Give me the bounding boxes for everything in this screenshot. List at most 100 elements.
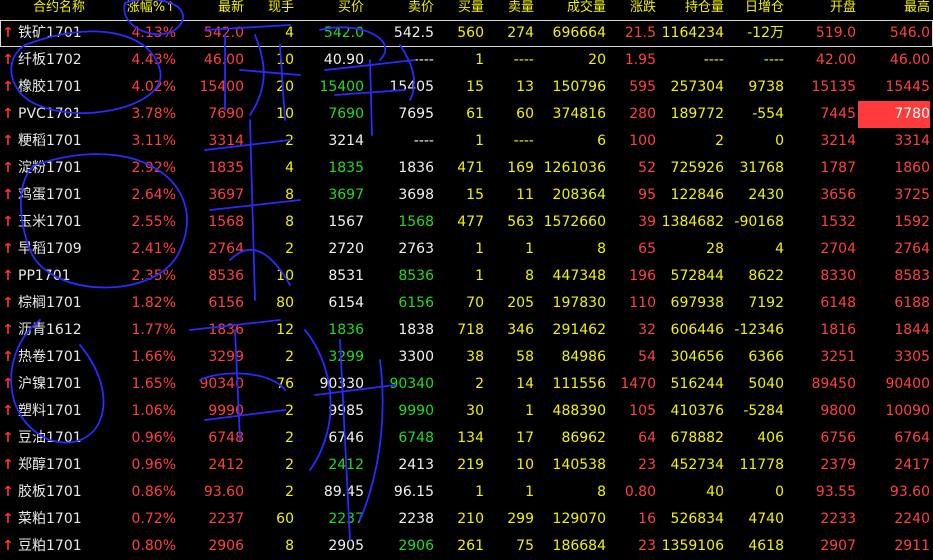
column-header-name[interactable]: 合约名称 <box>0 0 118 18</box>
open-cell: 42.00 <box>815 52 856 68</box>
oi-cell: 2 <box>715 133 724 149</box>
column-header-bidvol[interactable]: 买量 <box>438 0 484 18</box>
volume-cell: 140538 <box>552 457 606 473</box>
oi-cell: 28 <box>706 241 724 257</box>
bidvol-cell: 1 <box>475 241 484 257</box>
quote-row[interactable]: ↑ 豆油1701 0.96% 6748 2 6746 6748 134 17 86962 64 678… <box>0 425 933 452</box>
quote-row[interactable]: ↑ 早稻1709 2.41% 2764 2 2720 2763 1 1 8 65 28 4 2704 276… <box>0 236 933 263</box>
quote-row[interactable]: ↑ 淀粉1701 2.92% 1835 4 1835 1836 471 169 1261036 52… <box>0 155 933 182</box>
quote-row[interactable]: ↑ 菜粕1701 0.72% 2237 60 2237 2238 210 299 129070 16… <box>0 506 933 533</box>
oichg-cell: 2430 <box>748 187 784 203</box>
bidvol-cell: 471 <box>457 160 484 176</box>
quote-row[interactable]: ↑ 热卷1701 1.66% 3299 2 3299 3300 38 58 84986 54 3046… <box>0 344 933 371</box>
change-cell: 64 <box>638 430 656 446</box>
pct-cell: 0.72% <box>131 511 176 527</box>
quote-row[interactable]: ↑ 玉米1701 2.55% 1568 8 1567 1568 477 563 1572660 39… <box>0 209 933 236</box>
quote-row[interactable]: ↑ 塑料1701 1.06% 9990 2 9985 9990 30 1 488390 105 410… <box>0 398 933 425</box>
column-header-bid[interactable]: 买价 <box>298 0 364 18</box>
quote-row[interactable]: ↑ 橡胶1701 4.02% 15400 20 15400 15405 15 13 150796 5… <box>0 74 933 101</box>
askvol-cell: 13 <box>516 79 534 95</box>
quote-row[interactable]: ↑ 郑醇1701 0.96% 2412 2 2412 2413 219 10 140538 23 45… <box>0 452 933 479</box>
column-header-change[interactable]: 涨跌 <box>610 0 656 18</box>
bid-cell: 6746 <box>328 430 364 446</box>
quote-row[interactable]: ↑ 胶板1701 0.86% 93.60 2 89.45 96.15 1 1 8 0.80 40 0 93… <box>0 479 933 506</box>
askvol-cell: ---- <box>513 133 534 149</box>
change-cell: 1.95 <box>624 52 656 68</box>
last-cell: 8536 <box>208 268 244 284</box>
column-header-last[interactable]: 最新 <box>180 0 244 18</box>
up-arrow-icon: ↑ <box>2 484 14 500</box>
quote-row[interactable]: ↑ 沥青1612 1.77% 1836 12 1836 1838 718 346 291462 32… <box>0 317 933 344</box>
pct-cell: 1.06% <box>131 403 176 419</box>
volume-cell: 8 <box>597 241 606 257</box>
pct-cell: 2.41% <box>131 241 176 257</box>
pct-cell: 3.11% <box>131 133 176 149</box>
contract-name-cell: ↑ 郑醇1701 <box>0 452 118 479</box>
last-cell: 1835 <box>208 160 244 176</box>
hand-cell: 76 <box>276 376 294 392</box>
change-cell: 54 <box>638 349 656 365</box>
bid-cell: 1567 <box>328 214 364 230</box>
quote-row[interactable]: ↑ 棕榈1701 1.82% 6156 80 6154 6156 70 205 197830 110… <box>0 290 933 317</box>
volume-cell: 208364 <box>552 187 606 203</box>
last-cell: 6748 <box>208 430 244 446</box>
last-cell: 3697 <box>208 187 244 203</box>
open-cell: 2379 <box>820 457 856 473</box>
last-cell: 93.60 <box>203 484 244 500</box>
bidvol-cell: 15 <box>466 187 484 203</box>
quote-row[interactable]: ↑ PVC1701 3.78% 7690 10 7690 7695 61 60 374816 280… <box>0 101 933 128</box>
column-header-hand[interactable]: 现手 <box>248 0 294 18</box>
quote-row[interactable]: ↑ 铁矿1701 4.13% 542.0 4 542.0 542.5 560 274 696664… <box>0 20 933 47</box>
column-header-oichg[interactable]: 日增仓 <box>728 0 784 18</box>
quote-row[interactable]: ↑ 豆粕1701 0.80% 2906 8 2905 2906 261 75 186684 23 13… <box>0 533 933 560</box>
pct-cell: 2.92% <box>131 160 176 176</box>
change-cell: 105 <box>629 403 656 419</box>
up-arrow-icon: ↑ <box>2 376 14 392</box>
oi-cell: 526834 <box>670 511 724 527</box>
quote-row[interactable]: ↑ 粳稻1701 3.11% 3314 2 3214 ---- 1 ---- 6 100 2 0 3214… <box>0 128 933 155</box>
bid-cell: 3214 <box>328 133 364 149</box>
quote-row[interactable]: ↑ PP1701 2.35% 8536 10 8531 8536 1 8 447348 196 572… <box>0 263 933 290</box>
quote-row[interactable]: ↑ 鸡蛋1701 2.64% 3697 8 3697 3698 15 11 208364 95 122… <box>0 182 933 209</box>
ask-cell: 3698 <box>398 187 434 203</box>
askvol-cell: 346 <box>507 322 534 338</box>
volume-cell: 129070 <box>552 511 606 527</box>
column-header-high[interactable]: 最高 <box>858 0 930 18</box>
high-cell: 1860 <box>894 160 930 176</box>
open-cell: 9800 <box>820 403 856 419</box>
column-header-pct[interactable]: 涨幅%↑ <box>118 0 176 18</box>
last-cell: 7690 <box>208 106 244 122</box>
contract-name: 郑醇1701 <box>18 457 82 473</box>
change-cell: 21.5 <box>624 25 656 41</box>
column-header-ask[interactable]: 卖价 <box>368 0 434 18</box>
contract-name-cell: ↑ 鸡蛋1701 <box>0 182 118 209</box>
bidvol-cell: 219 <box>457 457 484 473</box>
column-header-askvol[interactable]: 卖量 <box>488 0 534 18</box>
quote-row[interactable]: ↑ 沪镍1701 1.65% 90340 76 90330 90340 2 14 111556 14… <box>0 371 933 398</box>
oi-cell: ---- <box>703 52 724 68</box>
up-arrow-icon: ↑ <box>2 187 14 203</box>
up-arrow-icon: ↑ <box>2 133 14 149</box>
pct-cell: 4.02% <box>131 79 176 95</box>
contract-name: 热卷1701 <box>18 349 82 365</box>
pct-cell: 1.82% <box>131 295 176 311</box>
column-header-oi[interactable]: 持仓量 <box>660 0 724 18</box>
hand-cell: 10 <box>276 52 294 68</box>
quote-row[interactable]: ↑ 纤板1702 4.43% 46.00 10 40.90 ---- 1 ---- 20 1.95 -… <box>0 47 933 74</box>
bid-cell: 40.90 <box>323 52 364 68</box>
askvol-cell: 14 <box>516 376 534 392</box>
hand-cell: 8 <box>285 538 294 554</box>
volume-cell: 291462 <box>552 322 606 338</box>
bid-cell: 9985 <box>328 403 364 419</box>
bidvol-cell: 1 <box>475 268 484 284</box>
bidvol-cell: 210 <box>457 511 484 527</box>
contract-name-cell: ↑ 粳稻1701 <box>0 128 118 155</box>
volume-cell: 1572660 <box>543 214 606 230</box>
column-header-open[interactable]: 开盘 <box>788 0 856 18</box>
ask-cell: 96.15 <box>393 484 434 500</box>
pct-cell: 0.80% <box>131 538 176 554</box>
contract-name-cell: ↑ 淀粉1701 <box>0 155 118 182</box>
oi-cell: 189772 <box>670 106 724 122</box>
column-header-volume[interactable]: 成交量 <box>538 0 606 18</box>
contract-name-cell: ↑ 沥青1612 <box>0 317 118 344</box>
